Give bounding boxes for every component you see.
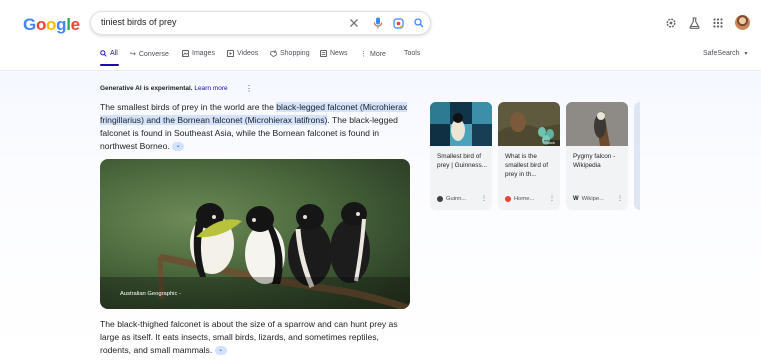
ai-summary-paragraph: The smallest birds of prey in the world … (100, 102, 408, 152)
google-logo[interactable]: Google (23, 15, 80, 35)
account-avatar[interactable] (735, 15, 750, 30)
chevron-down-icon: ▼ (743, 51, 749, 57)
tab-news[interactable]: News (320, 50, 348, 57)
search-input[interactable] (101, 17, 341, 27)
card-thumbnail (566, 102, 628, 146)
tab-more[interactable]: ⋮ More (360, 50, 386, 59)
more-icon: ⋮ (360, 51, 367, 58)
guinness-favicon-icon (437, 196, 443, 202)
source-card-wikipedia[interactable]: Pygmy falcon - Wikipedia W Wikipe... ⋮ (566, 102, 628, 210)
lens-search-icon[interactable] (391, 16, 405, 30)
tab-converse[interactable]: ↪ Converse (130, 50, 169, 59)
expand-chevron-icon[interactable]: ⌄ (172, 142, 185, 152)
search-icon (100, 50, 107, 57)
card-source: Home... (505, 196, 534, 202)
shopping-icon (270, 50, 277, 57)
voice-search-icon[interactable] (371, 16, 385, 30)
card-source: Guinn... (437, 196, 466, 202)
card-more-icon[interactable]: ⋮ (617, 195, 623, 202)
search-icon[interactable] (412, 16, 426, 30)
falconets-image[interactable] (100, 159, 410, 309)
tab-tools[interactable]: Tools (404, 50, 420, 57)
apps-grid-icon[interactable] (710, 15, 726, 31)
clear-search-icon[interactable] (347, 16, 361, 30)
images-icon (182, 50, 189, 57)
card-source: W Wikipe... (573, 196, 604, 202)
learn-more-link[interactable]: Learn more (194, 85, 227, 92)
search-box[interactable] (90, 11, 431, 35)
converse-icon: ↪ (130, 51, 136, 58)
ai-detail-paragraph: The black-thighed falconet is about the … (100, 319, 398, 356)
next-card-peek[interactable] (634, 102, 640, 210)
tab-all[interactable]: All (100, 50, 118, 57)
active-tab-indicator (100, 64, 119, 66)
news-icon (320, 50, 327, 57)
tab-videos[interactable]: Videos (227, 50, 258, 57)
source-card-guinness[interactable]: Smallest bird of prey | Guinness... Guin… (430, 102, 492, 210)
card-more-icon[interactable]: ⋮ (481, 195, 487, 202)
videos-icon (227, 50, 234, 57)
ai-disclaimer: Generative AI is experimental. Learn mor… (100, 85, 228, 92)
more-options-icon[interactable]: ⋮ (245, 84, 253, 93)
wikipedia-favicon-icon: W (573, 196, 579, 202)
labs-flask-icon[interactable] (686, 15, 702, 31)
source-card-home[interactable]: iStock What is the smallest bird of prey… (498, 102, 560, 210)
tab-images[interactable]: Images (182, 50, 215, 57)
expand-chevron-icon[interactable]: ⌄ (214, 346, 227, 356)
settings-gear-icon[interactable] (663, 15, 679, 31)
safesearch-menu[interactable]: SafeSearch ▼ (703, 50, 749, 57)
card-thumbnail (430, 102, 492, 146)
image-badge: iStock (544, 140, 555, 145)
image-credit[interactable]: Australian Geographic - (120, 291, 181, 297)
tab-shopping[interactable]: Shopping (270, 50, 310, 57)
home-favicon-icon (505, 196, 511, 202)
card-more-icon[interactable]: ⋮ (549, 195, 555, 202)
